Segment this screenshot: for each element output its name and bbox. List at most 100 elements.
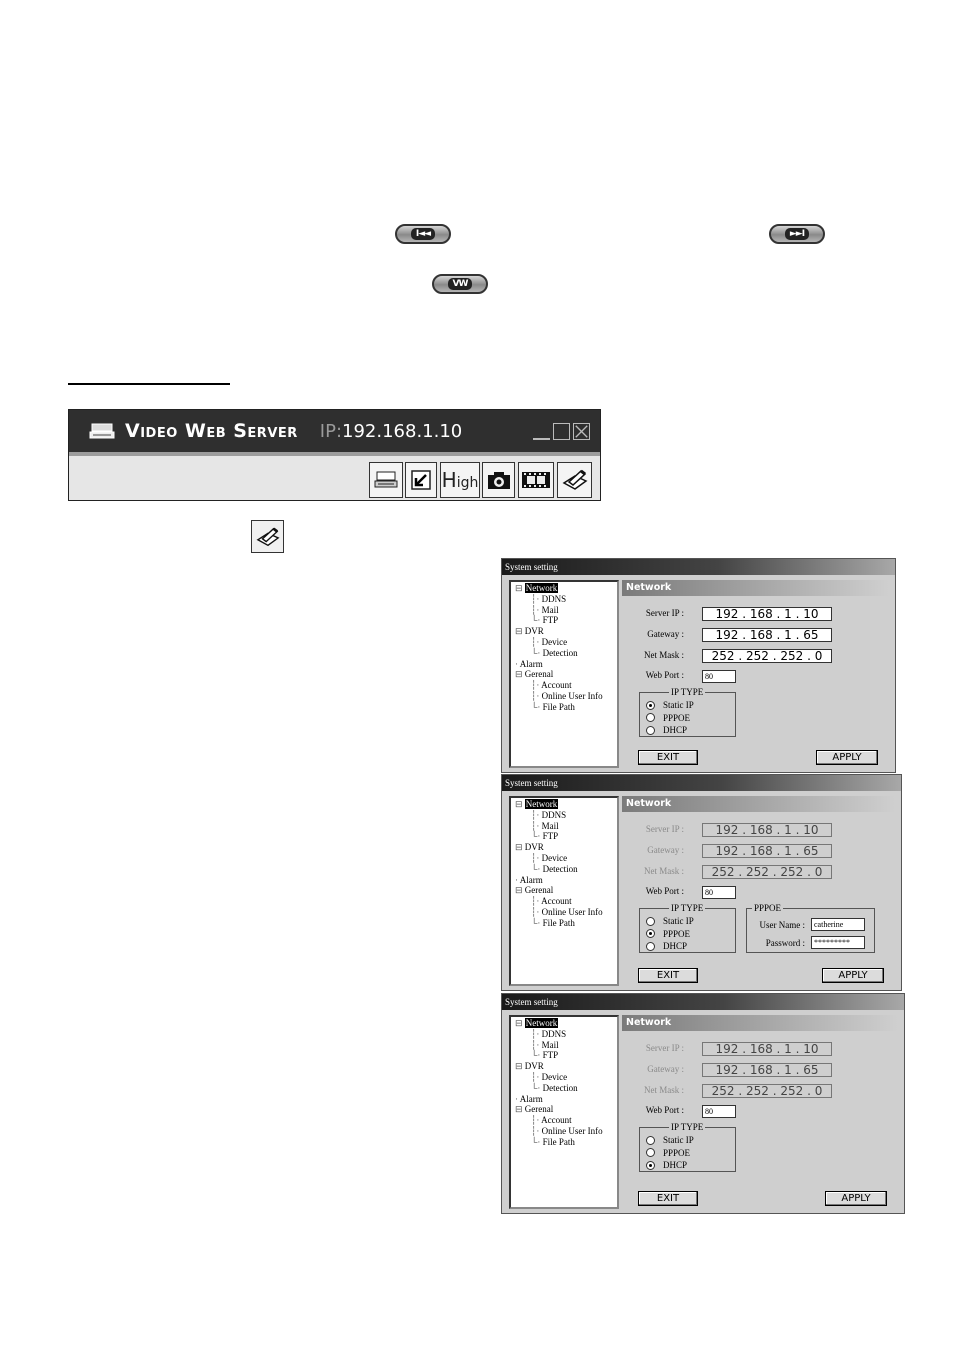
apply-button[interactable]: APPLY <box>816 750 878 765</box>
radio-button[interactable] <box>646 725 655 735</box>
net-mask-field[interactable]: 252 . 252 . 252 . 0 <box>702 649 832 663</box>
exit-button[interactable]: EXIT <box>638 968 698 983</box>
tree-branch-icon: ┆· <box>531 820 542 831</box>
tree-item[interactable]: ┆· Mail <box>511 605 617 616</box>
exit-button[interactable]: EXIT <box>638 1191 698 1206</box>
next-button[interactable]: ►►I <box>769 224 825 244</box>
tree-branch-icon: └· <box>531 863 543 874</box>
tree-item[interactable]: ┆· Online User Info <box>511 907 617 918</box>
tree-item[interactable]: ⊟ Gerenal <box>511 1104 617 1115</box>
ip-type-option-label: Static IP <box>663 1135 694 1145</box>
password-field[interactable]: ********* <box>811 936 865 949</box>
radio-button[interactable] <box>646 1148 655 1157</box>
ip-type-option[interactable]: Static IP <box>646 916 694 926</box>
tree-item[interactable]: └· Detection <box>511 648 617 659</box>
tree-item[interactable]: └· File Path <box>511 702 617 713</box>
quality-button[interactable]: High <box>440 462 480 498</box>
tree-item[interactable]: └· File Path <box>511 918 617 929</box>
tree-item[interactable]: ⊟ DVR <box>511 842 617 853</box>
tree-item[interactable]: ⊟ DVR <box>511 626 617 637</box>
exit-button[interactable]: EXIT <box>638 750 698 765</box>
tree-item[interactable]: ┆· Account <box>511 1115 617 1126</box>
tree-item[interactable]: ┆· Online User Info <box>511 691 617 702</box>
tree-item[interactable]: ┆· Device <box>511 637 617 648</box>
tree-item[interactable]: └· Detection <box>511 864 617 875</box>
apply-button[interactable]: APPLY <box>822 968 884 983</box>
minimize-view-button[interactable] <box>405 462 437 498</box>
tree-item[interactable]: · Alarm <box>511 875 617 886</box>
gateway-field[interactable]: 192 . 168 . 1 . 65 <box>702 844 832 858</box>
web-port-field[interactable]: 80 <box>702 886 736 899</box>
tree-item[interactable]: · Alarm <box>511 1094 617 1105</box>
tree-item[interactable]: ⊟ Network <box>511 583 617 594</box>
radio-button[interactable] <box>646 916 655 926</box>
ip-type-option[interactable]: PPPOE <box>646 713 690 723</box>
tree-item[interactable]: └· FTP <box>511 831 617 842</box>
tree-item[interactable]: ⊟ Gerenal <box>511 885 617 896</box>
web-port-field[interactable]: 80 <box>702 670 736 683</box>
settings-tree[interactable]: ⊟ Network ┆· DDNS ┆· Mail └· FTP ⊟ DVR ┆· Dev… <box>509 1015 619 1209</box>
ip-type-option[interactable]: DHCP <box>646 1160 687 1170</box>
view-button[interactable]: VW <box>432 274 488 294</box>
settings-tree[interactable]: ⊟ Network ┆· DDNS ┆· Mail └· FTP ⊟ DVR ┆· Dev… <box>509 580 619 768</box>
web-port-field[interactable]: 80 <box>702 1105 736 1118</box>
tree-item[interactable]: └· FTP <box>511 1050 617 1061</box>
radio-button[interactable] <box>646 713 655 722</box>
gateway-field[interactable]: 192 . 168 . 1 . 65 <box>702 628 832 642</box>
settings-tree[interactable]: ⊟ Network ┆· DDNS ┆· Mail └· FTP ⊟ DVR ┆· Dev… <box>509 796 619 986</box>
tree-item[interactable]: ┆· DDNS <box>511 1029 617 1040</box>
toolbar: High <box>69 452 600 500</box>
net-mask-field[interactable]: 252 . 252 . 252 . 0 <box>702 1084 832 1098</box>
tree-item[interactable]: ┆· Account <box>511 680 617 691</box>
ip-type-option[interactable]: PPPOE <box>646 929 690 939</box>
tree-item[interactable]: ⊟ DVR <box>511 1061 617 1072</box>
tree-item-label: Detection <box>542 647 578 658</box>
previous-icon: I◄◄ <box>410 228 436 240</box>
minimize-icon[interactable] <box>533 423 550 440</box>
server-ip-field[interactable]: 192 . 168 . 1 . 10 <box>702 1042 832 1056</box>
settings-button[interactable] <box>557 462 592 498</box>
tree-item[interactable]: ⊟ Gerenal <box>511 669 617 680</box>
server-ip-field[interactable]: 192 . 168 . 1 . 10 <box>702 823 832 837</box>
tree-item[interactable]: ┆· Online User Info <box>511 1126 617 1137</box>
radio-button[interactable] <box>646 929 655 938</box>
radio-button[interactable] <box>646 941 655 951</box>
previous-button[interactable]: I◄◄ <box>395 224 451 244</box>
record-button[interactable] <box>518 462 554 498</box>
gateway-field[interactable]: 192 . 168 . 1 . 65 <box>702 1063 832 1077</box>
ip-type-option[interactable]: Static IP <box>646 1135 694 1145</box>
net-mask-label: Net Mask : <box>644 650 684 660</box>
tree-item[interactable]: ┆· Mail <box>511 821 617 832</box>
tree-item[interactable]: ┆· DDNS <box>511 810 617 821</box>
user-name-field[interactable]: catherine <box>811 918 865 931</box>
close-icon[interactable] <box>573 422 590 440</box>
tree-branch-icon: └· <box>531 1050 543 1061</box>
radio-button[interactable] <box>646 700 655 710</box>
tree-item[interactable]: └· FTP <box>511 615 617 626</box>
tree-item-label: Online User Info <box>541 906 603 917</box>
ip-type-option[interactable]: DHCP <box>646 941 687 951</box>
tree-item[interactable]: ┆· DDNS <box>511 594 617 605</box>
ip-type-option[interactable]: Static IP <box>646 700 694 710</box>
tree-item[interactable]: ┆· Device <box>511 853 617 864</box>
tree-item-label: File Path <box>542 1136 575 1147</box>
server-button[interactable] <box>369 462 403 498</box>
tree-item[interactable]: ⊟ Network <box>511 799 617 810</box>
tree-item[interactable]: ┆· Account <box>511 896 617 907</box>
server-ip-field[interactable]: 192 . 168 . 1 . 10 <box>702 607 832 621</box>
snapshot-button[interactable] <box>482 462 515 498</box>
tree-item[interactable]: └· Detection <box>511 1083 617 1094</box>
tree-item[interactable]: ⊟ Network <box>511 1018 617 1029</box>
ip-type-option[interactable]: DHCP <box>646 725 687 735</box>
radio-button[interactable] <box>646 1135 655 1145</box>
apply-button[interactable]: APPLY <box>825 1191 887 1206</box>
net-mask-field[interactable]: 252 . 252 . 252 . 0 <box>702 865 832 879</box>
ip-type-option[interactable]: PPPOE <box>646 1148 690 1158</box>
tree-item[interactable]: ┆· Device <box>511 1072 617 1083</box>
maximize-icon[interactable] <box>553 422 570 440</box>
tree-branch-icon: ┆· <box>531 690 542 701</box>
radio-button[interactable] <box>646 1160 655 1170</box>
tree-item[interactable]: └· File Path <box>511 1137 617 1148</box>
tree-item[interactable]: ┆· Mail <box>511 1040 617 1051</box>
tree-item[interactable]: · Alarm <box>511 659 617 670</box>
